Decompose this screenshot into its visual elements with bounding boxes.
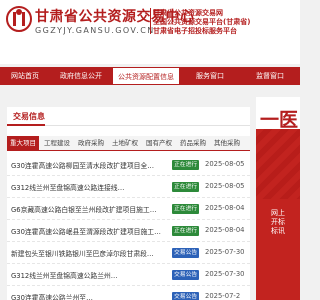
banner-vertical-text: 网上开标标讯 [271, 209, 285, 235]
list-item-date: 2025-08-04 [205, 226, 245, 234]
list-item-title[interactable]: 新建包头至银川铁路银川至巴彦淖尔段甘肃段… [11, 248, 167, 258]
list-item[interactable]: G30连霍高速公路柳园至清水段改扩建项目全… 正在进行 2025-08-05 [7, 154, 250, 176]
status-badge: 正在进行 [172, 226, 200, 236]
trade-list: G30连霍高速公路柳园至清水段改扩建项目全… 正在进行 2025-08-05 G… [7, 154, 250, 300]
site-header: 甘肃省公共资源交易中心 GGZYJY.GANSU.GOV.CN 甘肃省公共资源交… [0, 0, 300, 64]
list-item-date: 2025-07-30 [205, 270, 245, 278]
panel-title: 交易信息 [13, 112, 45, 121]
status-badge: 交易公告 [172, 292, 200, 300]
tab-construction[interactable]: 工程建设 [41, 136, 73, 151]
list-item-title[interactable]: G30连霍高速公路柳园至清水段改扩建项目全… [11, 160, 167, 170]
list-item-title[interactable]: G312线兰州至盘锦高速公路兰州… [11, 270, 167, 280]
status-badge: 交易公告 [172, 248, 200, 258]
list-item-title[interactable]: G6京藏高速公路白银至兰州段改扩建项目施工… [11, 204, 167, 214]
list-item[interactable]: G30连霍高速公路兰州至… 交易公告 2025-07-2 [7, 286, 250, 300]
list-item-title[interactable]: G30连霍高速公路兰州至… [11, 292, 167, 300]
nav-item-home[interactable]: 网站首页 [0, 67, 50, 85]
status-badge: 正在进行 [172, 204, 200, 214]
tab-land-mining[interactable]: 土地矿权 [109, 136, 141, 151]
tab-other-procurement[interactable]: 其他采购 [211, 136, 243, 151]
main-nav: 网站首页 政府信息公开 公共资源配置信息 服务窗口 监督窗口 [0, 67, 300, 85]
trade-info-panel: 交易信息 重大项目 工程建设 政府采购 土地矿权 国有产权 药品采购 其他采购 … [7, 107, 250, 300]
banner-pattern [256, 129, 300, 199]
site-domain: GGZYJY.GANSU.GOV.CN [35, 26, 155, 35]
list-item-date: 2025-07-30 [205, 248, 245, 256]
status-badge: 正在进行 [172, 160, 200, 170]
list-item[interactable]: G312线兰州至盘锦高速公路连接线… 正在进行 2025-08-05 [7, 176, 250, 198]
list-item-date: 2025-08-04 [205, 204, 245, 212]
list-item-date: 2025-08-05 [205, 182, 245, 190]
nav-item-supervision[interactable]: 监督窗口 [240, 67, 300, 85]
list-item[interactable]: G30连霍高速公路岷县至渭源段改扩建项目施工监… 正在进行 2025-08-04 [7, 220, 250, 242]
list-item-title[interactable]: G312线兰州至盘锦高速公路连接线… [11, 182, 167, 192]
header-divider [150, 8, 151, 34]
panel-title-underline [7, 124, 45, 126]
header-subtitle-3: 甘肃省电子招投标服务平台 [153, 27, 237, 35]
list-item-date: 2025-07-2 [205, 292, 241, 300]
list-item[interactable]: G6京藏高速公路白银至兰州段改扩建项目施工… 正在进行 2025-08-04 [7, 198, 250, 220]
nav-item-resource-info[interactable]: 公共资源配置信息 [112, 67, 180, 85]
panel-header: 交易信息 [7, 107, 250, 126]
nav-item-gov-info[interactable]: 政府信息公开 [50, 67, 112, 85]
list-item-date: 2025-08-05 [205, 160, 245, 168]
list-item-title[interactable]: G30连霍高速公路岷县至渭源段改扩建项目施工监… [11, 226, 167, 236]
tab-major-projects[interactable]: 重大项目 [7, 136, 39, 151]
status-badge: 交易公告 [172, 270, 200, 280]
tab-state-property[interactable]: 国有产权 [143, 136, 175, 151]
side-banner[interactable]: 一医 网上开标标讯 [256, 97, 300, 300]
list-item[interactable]: 新建包头至银川铁路银川至巴彦淖尔段甘肃段… 交易公告 2025-07-30 [7, 242, 250, 264]
tab-gov-procurement[interactable]: 政府采购 [75, 136, 107, 151]
nav-item-service[interactable]: 服务窗口 [180, 67, 240, 85]
banner-headline: 一医 [260, 109, 299, 131]
list-item[interactable]: G312线兰州至盘锦高速公路兰州… 交易公告 2025-07-30 [7, 264, 250, 286]
logo-dot [16, 9, 22, 15]
category-tabs: 重大项目 工程建设 政府采购 土地矿权 国有产权 药品采购 其他采购 [7, 136, 250, 151]
tab-drug-procurement[interactable]: 药品采购 [177, 136, 209, 151]
banner-top: 一医 [256, 97, 300, 131]
site-logo-icon[interactable] [6, 6, 32, 32]
status-badge: 正在进行 [172, 182, 200, 192]
